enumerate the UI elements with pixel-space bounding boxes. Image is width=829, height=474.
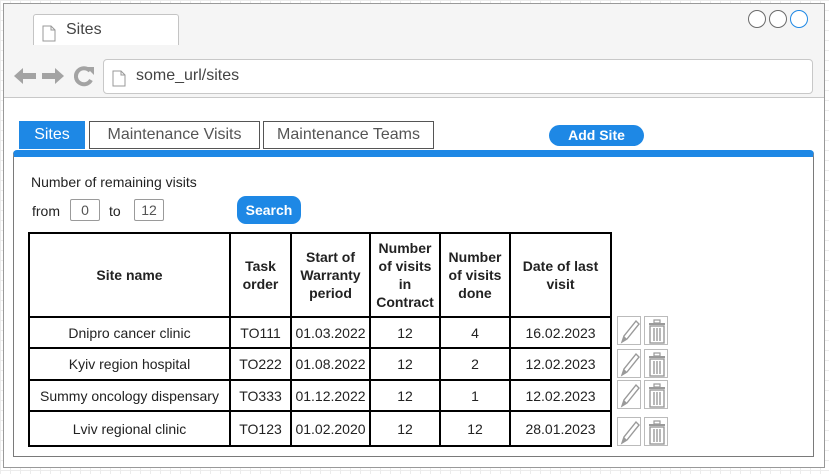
cell-visits-in-contract: 12 <box>369 410 441 447</box>
sites-table: Site name Task order Start of Warranty peri… <box>28 232 612 447</box>
header-visits-done: Number of visits done <box>439 232 511 318</box>
cell-warranty-start: 01.12.2022 <box>290 379 371 412</box>
to-label: to <box>109 203 121 219</box>
cell-visits-in-contract: 12 <box>369 379 441 412</box>
pencil-icon[interactable] <box>617 380 641 409</box>
header-warranty-start: Start of Warranty period <box>290 232 371 318</box>
tab-maintenance-teams[interactable]: Maintenance Teams <box>263 121 434 149</box>
cell-warranty-start: 01.02.2020 <box>290 410 371 447</box>
cell-site-name: Dnipro cancer clinic <box>28 316 231 349</box>
cell-visits-in-contract: 12 <box>369 347 441 381</box>
trash-icon[interactable] <box>644 316 668 345</box>
document-icon <box>42 25 56 42</box>
cell-visits-done: 2 <box>439 347 511 381</box>
browser-navbar: some_url/sites <box>4 45 824 98</box>
pencil-icon[interactable] <box>617 316 641 345</box>
from-label: from <box>32 203 60 219</box>
pencil-icon[interactable] <box>617 417 641 446</box>
tab-maintenance-visits[interactable]: Maintenance Visits <box>89 121 260 149</box>
browser-tabstrip: Sites <box>4 4 824 46</box>
cell-last-visit-date: 12.02.2023 <box>509 379 612 412</box>
trash-icon[interactable] <box>644 380 668 409</box>
trash-icon[interactable] <box>644 349 668 378</box>
remaining-visits-label: Number of remaining visits <box>31 174 197 190</box>
window-close-button[interactable] <box>790 10 808 28</box>
cell-last-visit-date: 28.01.2023 <box>509 410 612 447</box>
cell-last-visit-date: 12.02.2023 <box>509 347 612 381</box>
cell-visits-done: 12 <box>439 410 511 447</box>
cell-visits-done: 4 <box>439 316 511 349</box>
document-icon <box>112 70 126 87</box>
browser-tab[interactable]: Sites <box>33 14 179 45</box>
arrow-left-icon[interactable] <box>14 68 36 84</box>
cell-site-name: Summy oncology dispensary <box>28 379 231 412</box>
cell-visits-done: 1 <box>439 379 511 412</box>
cell-task-order: TO222 <box>229 347 292 381</box>
window-minimize-button[interactable] <box>748 10 766 28</box>
cell-warranty-start: 01.03.2022 <box>290 316 371 349</box>
row-actions <box>617 380 671 414</box>
cell-visits-in-contract: 12 <box>369 316 441 349</box>
header-site-name: Site name <box>28 232 231 318</box>
add-site-button[interactable]: Add Site <box>549 125 644 146</box>
to-input[interactable]: 12 <box>134 199 164 221</box>
cell-last-visit-date: 16.02.2023 <box>509 316 612 349</box>
header-task-order: Task order <box>229 232 292 318</box>
cell-task-order: TO111 <box>229 316 292 349</box>
arrow-right-icon[interactable] <box>42 68 64 84</box>
cell-site-name: Kyiv region hospital <box>28 347 231 381</box>
browser-tab-title: Sites <box>66 21 102 38</box>
address-bar[interactable]: some_url/sites <box>103 59 813 94</box>
cell-site-name: Lviv regional clinic <box>28 410 231 447</box>
pencil-icon[interactable] <box>617 349 641 378</box>
row-actions <box>617 316 671 350</box>
cell-warranty-start: 01.08.2022 <box>290 347 371 381</box>
from-input[interactable]: 0 <box>70 199 100 221</box>
row-actions <box>617 349 671 383</box>
search-button[interactable]: Search <box>237 196 301 224</box>
window-maximize-button[interactable] <box>769 10 787 28</box>
cell-task-order: TO333 <box>229 379 292 412</box>
row-actions <box>617 417 671 451</box>
table-row: Dnipro cancer clinic TO111 01.03.2022 12… <box>28 316 612 349</box>
url-text: some_url/sites <box>136 67 240 84</box>
header-last-visit-date: Date of last visit <box>509 232 612 318</box>
cell-task-order: TO123 <box>229 410 292 447</box>
reload-icon[interactable] <box>74 66 95 87</box>
header-visits-in-contract: Number of visits in Contract <box>369 232 441 318</box>
table-row: Summy oncology dispensary TO333 01.12.20… <box>28 379 612 412</box>
table-row: Kyiv region hospital TO222 01.08.2022 12… <box>28 347 612 381</box>
tab-sites[interactable]: Sites <box>19 121 85 149</box>
table-header-row: Site name Task order Start of Warranty peri… <box>28 232 612 318</box>
table-row: Lviv regional clinic TO123 01.02.2020 12… <box>28 410 612 447</box>
trash-icon[interactable] <box>644 417 668 446</box>
